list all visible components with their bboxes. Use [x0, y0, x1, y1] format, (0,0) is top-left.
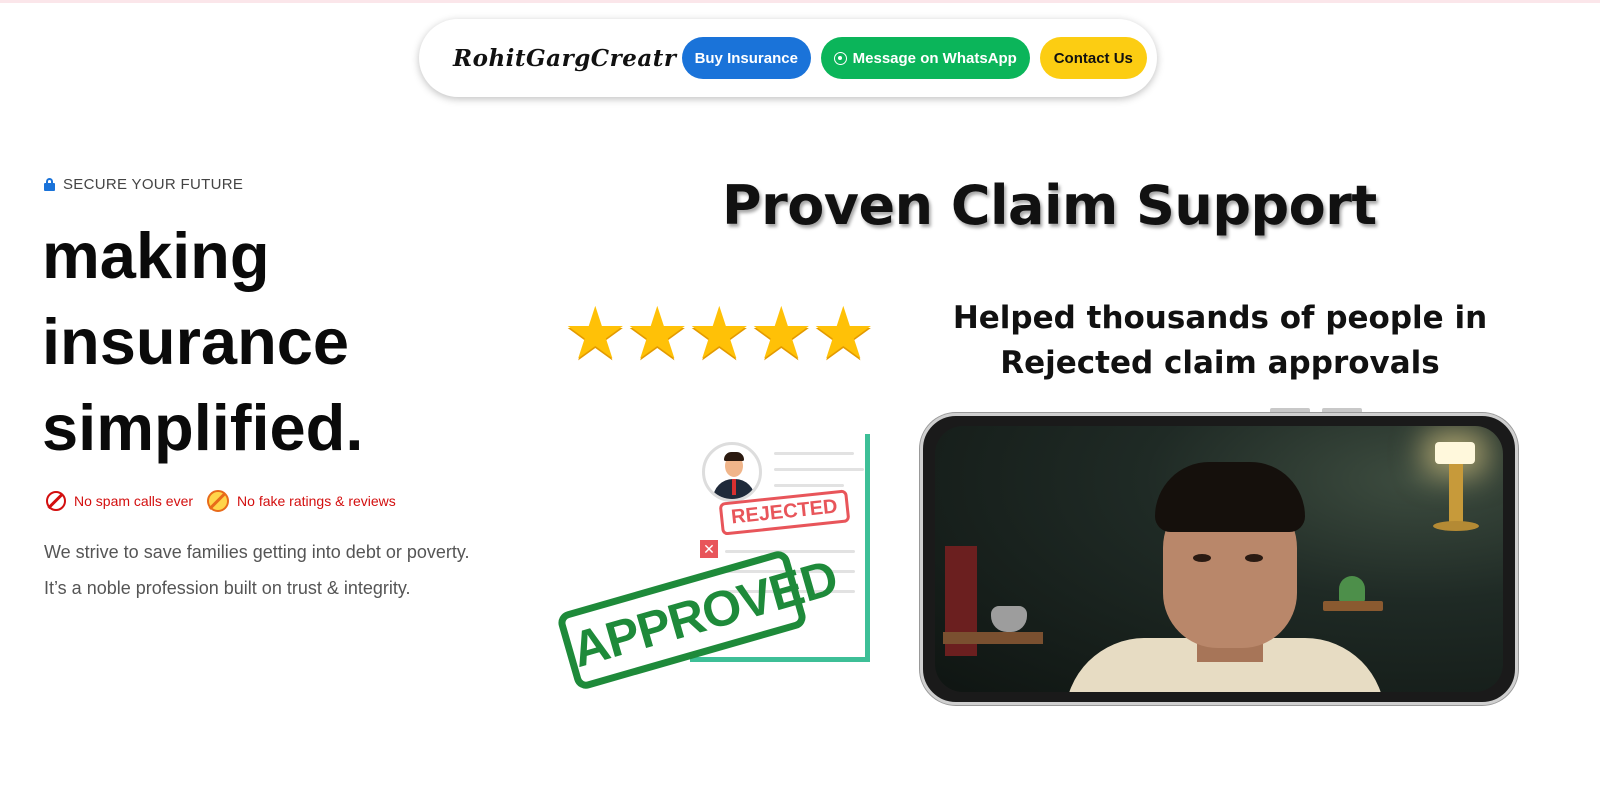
buy-insurance-button[interactable]: Buy Insurance — [681, 37, 811, 79]
video-frame — [935, 426, 1503, 692]
person-eye — [1245, 554, 1263, 562]
person-hair — [1155, 462, 1305, 532]
lamp-stand — [1449, 464, 1463, 524]
hero-description: We strive to save families getting into … — [44, 534, 470, 606]
rating-stars: ★ ★ ★ ★ ★ — [563, 294, 876, 374]
helped-text: Helped thousands of people in Rejected c… — [930, 296, 1510, 386]
headline-line: simplified. — [42, 391, 364, 464]
claim-illustration: REJECTED ✕ APPROVED — [555, 430, 880, 700]
star-icon: ★ — [811, 294, 876, 374]
left-shelf — [943, 632, 1043, 644]
badge-label: No spam calls ever — [74, 493, 194, 509]
lock-icon — [44, 178, 55, 191]
document-line — [774, 468, 864, 471]
badge-no-spam: No spam calls ever — [46, 491, 193, 511]
bowl-image — [991, 606, 1027, 632]
badge-no-fake-ratings: No fake ratings & reviews — [207, 490, 396, 512]
close-icon: ✕ — [700, 540, 718, 558]
star-icon: ★ — [749, 294, 814, 374]
plant-image — [1339, 576, 1365, 602]
wall-shelf — [1323, 601, 1383, 611]
person-eye — [1193, 554, 1211, 562]
whatsapp-button-label: Message on WhatsApp — [852, 49, 1017, 67]
document-line — [774, 484, 844, 487]
top-accent-line — [0, 0, 1600, 3]
user-avatar-icon — [702, 442, 762, 502]
description-line: It’s a noble profession built on trust &… — [44, 578, 411, 598]
helped-line: Rejected claim approvals — [1000, 345, 1440, 381]
helped-line: Helped thousands of people in — [952, 300, 1488, 336]
no-fake-ratings-icon — [207, 490, 230, 512]
eyebrow: SECURE YOUR FUTURE — [44, 176, 243, 193]
navbar: RohitGargCreatr Buy Insurance Message on… — [419, 19, 1157, 97]
star-icon: ★ — [687, 294, 752, 374]
trust-badges: No spam calls ever No fake ratings & rev… — [46, 490, 410, 512]
lamp-image — [1435, 442, 1475, 464]
star-icon: ★ — [625, 294, 690, 374]
lamp-base — [1433, 521, 1479, 531]
hero-headline: making insurance simplified. — [42, 213, 363, 471]
testimonial-video[interactable] — [920, 413, 1518, 705]
headline-line: making — [42, 219, 270, 292]
whatsapp-icon — [833, 51, 847, 65]
document-line — [774, 452, 854, 455]
ban-icon — [46, 491, 66, 511]
whatsapp-button[interactable]: Message on WhatsApp — [820, 37, 1030, 79]
headline-line: insurance — [42, 305, 350, 378]
description-line: We strive to save families getting into … — [44, 542, 470, 562]
eyebrow-text: SECURE YOUR FUTURE — [63, 176, 244, 193]
approved-stamp: APPROVED — [555, 548, 843, 692]
star-icon: ★ — [563, 294, 628, 374]
badge-label: No fake ratings & reviews — [237, 493, 396, 509]
contact-us-button[interactable]: Contact Us — [1039, 37, 1147, 79]
document-line — [725, 550, 855, 553]
claim-support-title: Proven Claim Support — [722, 174, 1377, 237]
brand-logo[interactable]: RohitGargCreatr — [453, 45, 682, 72]
